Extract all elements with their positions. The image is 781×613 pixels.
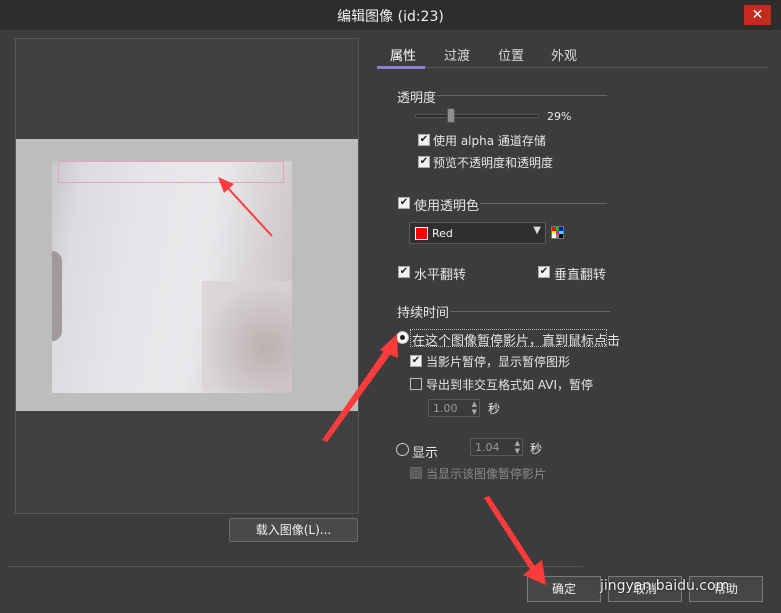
bottom-divider bbox=[8, 566, 583, 567]
close-icon: ✕ bbox=[751, 7, 764, 23]
transparent-color-checkbox[interactable]: ✔ bbox=[398, 197, 410, 209]
tab-position[interactable]: 位置 bbox=[498, 45, 524, 64]
transparency-slider-thumb[interactable] bbox=[446, 108, 455, 123]
active-tab-indicator bbox=[377, 66, 425, 69]
preview-image bbox=[52, 161, 292, 393]
tab-properties[interactable]: 属性 bbox=[390, 45, 416, 64]
title-bar: 编辑图像 (id:23) ✕ bbox=[0, 0, 781, 30]
show-seconds-unit: 秒 bbox=[530, 442, 543, 456]
duration-section-title: 持续时间 bbox=[397, 306, 450, 321]
image-preview-panel bbox=[15, 38, 359, 514]
transparency-slider[interactable] bbox=[415, 114, 539, 118]
transparent-color-divider bbox=[480, 203, 607, 204]
alpha-channel-checkbox[interactable]: ✔ bbox=[418, 134, 430, 146]
export-pause-checkbox[interactable] bbox=[410, 378, 422, 390]
preview-opacity-checkbox[interactable]: ✔ bbox=[418, 156, 430, 168]
selection-rectangle bbox=[58, 161, 284, 183]
color-picker-icon[interactable] bbox=[551, 226, 564, 239]
show-seconds-spinner[interactable]: 1.04 ▲ ▼ bbox=[470, 438, 523, 456]
duration-divider bbox=[450, 311, 610, 312]
spinner-arrows-icon[interactable]: ▲ ▼ bbox=[472, 400, 477, 416]
preview-canvas bbox=[16, 139, 358, 411]
flip-horizontal-checkbox[interactable]: ✔ bbox=[398, 266, 410, 278]
arrow-to-ok-button-icon bbox=[484, 496, 546, 585]
show-seconds-value: 1.04 bbox=[475, 441, 500, 454]
ok-button[interactable]: 确定 bbox=[527, 576, 601, 602]
show-duration-label: 显示 bbox=[412, 446, 439, 461]
tab-transition[interactable]: 过渡 bbox=[444, 45, 470, 64]
transparency-divider bbox=[437, 95, 607, 96]
pause-while-shown-checkbox[interactable] bbox=[410, 467, 422, 479]
pause-until-click-label: 在这个图像暂停影片，直到鼠标点击 bbox=[412, 334, 621, 349]
flip-horizontal-label: 水平翻转 bbox=[414, 268, 467, 283]
photo-shadow-right bbox=[202, 281, 292, 391]
export-seconds-spinner[interactable]: 1.00 ▲ ▼ bbox=[428, 399, 480, 417]
transparent-color-dropdown[interactable]: Red ▼ bbox=[409, 222, 546, 244]
transparency-value: 29% bbox=[547, 110, 572, 123]
show-pause-graphic-checkbox[interactable]: ✔ bbox=[410, 355, 422, 367]
color-name: Red bbox=[432, 227, 453, 240]
tab-appearance[interactable]: 外观 bbox=[551, 45, 577, 64]
pause-while-shown-label: 当显示该图像暂停影片 bbox=[426, 467, 547, 481]
window-title: 编辑图像 (id:23) bbox=[337, 9, 444, 25]
transparency-section-title: 透明度 bbox=[397, 91, 437, 106]
watermark-text: jingyan.baidu.com bbox=[600, 578, 730, 594]
close-button[interactable]: ✕ bbox=[744, 5, 771, 25]
tab-bar: 属性 过渡 位置 外观 bbox=[377, 40, 769, 69]
show-duration-radio[interactable] bbox=[396, 443, 409, 456]
export-seconds-value: 1.00 bbox=[433, 402, 458, 415]
flip-vertical-checkbox[interactable]: ✔ bbox=[538, 266, 550, 278]
transparent-color-label: 使用透明色 bbox=[414, 199, 480, 214]
preview-opacity-label: 预览不透明度和透明度 bbox=[433, 156, 554, 170]
chevron-down-icon: ▼ bbox=[533, 225, 541, 236]
export-seconds-unit: 秒 bbox=[488, 402, 501, 416]
load-image-button[interactable]: 载入图像(L)... bbox=[229, 518, 358, 542]
spinner-arrows-icon[interactable]: ▲ ▼ bbox=[515, 439, 520, 455]
pause-until-click-radio[interactable] bbox=[396, 331, 409, 344]
color-swatch bbox=[415, 227, 428, 240]
photo-shadow-left bbox=[52, 251, 62, 341]
export-pause-label: 导出到非交互格式如 AVI，暂停 bbox=[426, 378, 594, 392]
flip-vertical-label: 垂直翻转 bbox=[554, 268, 607, 283]
alpha-channel-label: 使用 alpha 通道存储 bbox=[433, 134, 546, 148]
show-pause-graphic-label: 当影片暂停，显示暂停图形 bbox=[426, 355, 571, 369]
